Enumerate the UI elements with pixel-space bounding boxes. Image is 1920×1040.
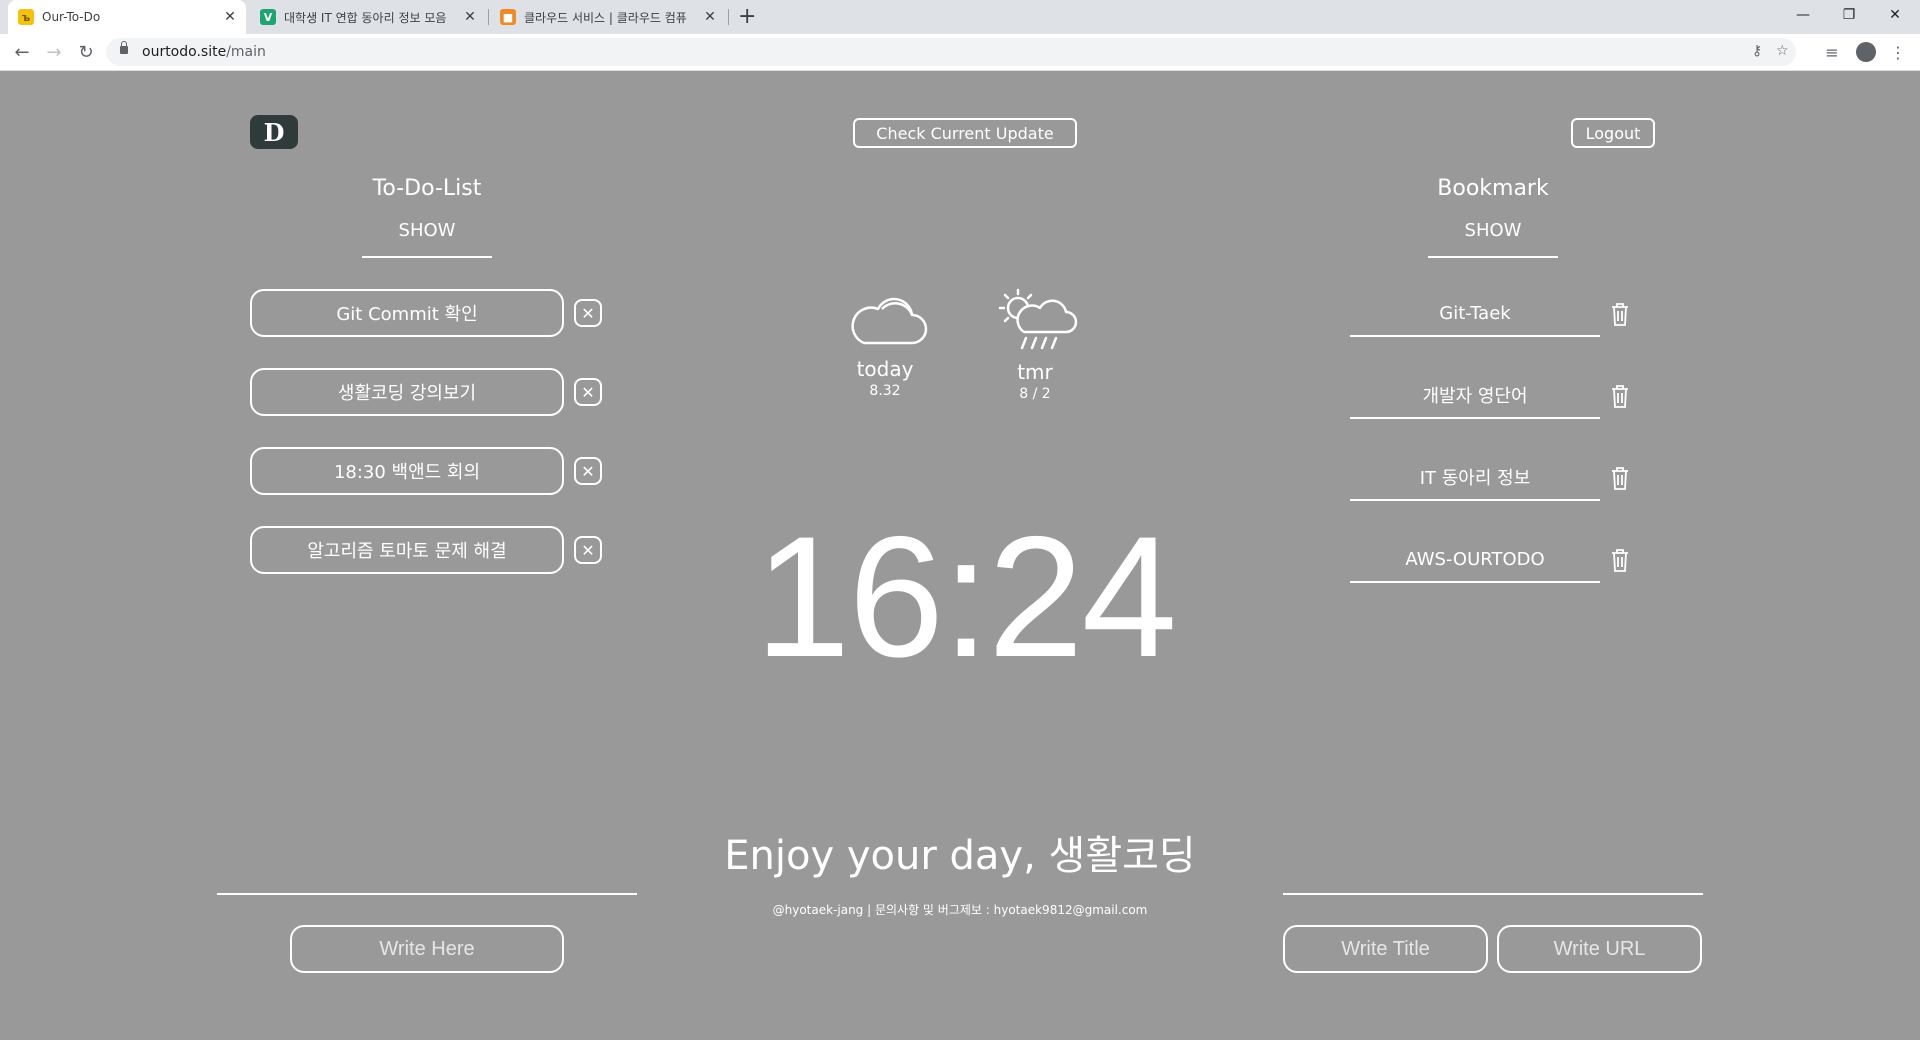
weather-today-label: today xyxy=(856,357,914,381)
sun-rain-icon xyxy=(998,288,1078,350)
bookmark-title-input[interactable] xyxy=(1283,925,1488,973)
logo[interactable]: D xyxy=(250,115,298,149)
trash-icon[interactable] xyxy=(1610,547,1630,573)
weather-today-temp: 8.32 xyxy=(869,383,901,399)
url-text[interactable]: ourtodo.site/main xyxy=(142,44,266,60)
tab-title: 클라우드 서비스 | 클라우드 컴퓨 xyxy=(524,10,687,25)
bookmark-item[interactable]: IT 동아리 정보 xyxy=(1350,455,1600,501)
todo-show-underline xyxy=(362,256,492,258)
trash-icon[interactable] xyxy=(1610,301,1630,327)
main-page: D Check Current Update Logout To-Do-List… xyxy=(0,71,1920,1040)
browser-tab-active[interactable]: ъ Our-To-Do ✕ xyxy=(8,0,246,34)
todo-item[interactable]: 18:30 백앤드 회의 xyxy=(250,447,564,495)
bookmark-item[interactable]: Git-Taek xyxy=(1350,291,1600,337)
todo-item[interactable]: Git Commit 확인 xyxy=(250,289,564,337)
window-close-icon[interactable]: ✕ xyxy=(1872,0,1918,30)
delete-todo-icon[interactable]: ✕ xyxy=(574,536,602,564)
todo-item[interactable]: 알고리즘 토마토 문제 해결 xyxy=(250,526,564,574)
aws-favicon-icon: ■ xyxy=(500,9,516,25)
browser-tab-bar: ъ Our-To-Do ✕ V 대학생 IT 연합 동아리 정보 모음 ✕ ■ … xyxy=(0,0,1920,34)
delete-todo-icon[interactable]: ✕ xyxy=(574,457,602,485)
restore-icon[interactable]: ❐ xyxy=(1826,0,1872,30)
cloud-icon xyxy=(851,297,928,345)
v-favicon-icon: V xyxy=(260,9,276,25)
check-update-button[interactable]: Check Current Update xyxy=(853,118,1077,148)
browser-tab[interactable]: V 대학생 IT 연합 동아리 정보 모음 ✕ xyxy=(250,0,486,34)
close-tab-icon[interactable]: ✕ xyxy=(702,9,718,25)
bookmark-input-divider xyxy=(1283,893,1703,895)
new-tab-icon[interactable]: + xyxy=(738,4,756,29)
lock-icon xyxy=(120,41,128,54)
tab-separator xyxy=(488,9,489,25)
footer-contact: @hyotaek-jang | 문의사항 및 버그제보 : hyotaek981… xyxy=(772,903,1148,917)
greeting: Enjoy your day, 생활코딩 xyxy=(724,833,1196,879)
logout-button[interactable]: Logout xyxy=(1571,118,1655,148)
delete-todo-icon[interactable]: ✕ xyxy=(574,378,602,406)
address-bar[interactable]: ourtodo.site/main ⚷ ☆ xyxy=(106,38,1796,66)
todo-show-button[interactable]: SHOW xyxy=(362,220,492,241)
tab-title: 대학생 IT 연합 동아리 정보 모음 xyxy=(284,10,447,25)
weather-today: today 8.32 xyxy=(835,291,935,399)
menu-kebab-icon[interactable]: ⋮ xyxy=(1888,42,1908,62)
close-tab-icon[interactable]: ✕ xyxy=(222,9,238,25)
forward-icon[interactable]: → xyxy=(42,40,66,64)
todo-item[interactable]: 생활코딩 강의보기 xyxy=(250,368,564,416)
browser-tab[interactable]: ■ 클라우드 서비스 | 클라우드 컴퓨 ✕ xyxy=(490,0,726,34)
trash-icon[interactable] xyxy=(1610,465,1630,491)
bookmark-url-input[interactable] xyxy=(1497,925,1702,973)
minimize-icon[interactable]: — xyxy=(1780,0,1826,30)
trash-icon[interactable] xyxy=(1610,383,1630,409)
reload-icon[interactable]: ↻ xyxy=(74,40,98,64)
browser-toolbar: ← → ↻ ourtodo.site/main ⚷ ☆ ≡ ⋮ xyxy=(0,34,1920,71)
close-tab-icon[interactable]: ✕ xyxy=(462,9,478,25)
bookmark-title: Bookmark xyxy=(1437,176,1549,201)
key-icon[interactable]: ⚷ xyxy=(1752,43,1762,59)
bookmark-star-icon[interactable]: ☆ xyxy=(1776,43,1789,59)
media-queue-icon[interactable]: ≡ xyxy=(1822,42,1842,62)
back-icon[interactable]: ← xyxy=(10,40,34,64)
bookmark-show-underline xyxy=(1428,256,1558,258)
ourtodo-favicon-icon: ъ xyxy=(18,9,34,25)
bookmark-item[interactable]: AWS-OURTODO xyxy=(1350,537,1600,583)
weather-tomorrow-label: tmr xyxy=(1017,360,1053,384)
profile-avatar-icon[interactable] xyxy=(1856,42,1876,62)
weather-tomorrow: tmr 8 / 2 xyxy=(985,286,1085,402)
weather-tomorrow-temp: 8 / 2 xyxy=(1019,386,1051,402)
todo-title: To-Do-List xyxy=(372,176,482,201)
todo-input-divider xyxy=(217,893,637,895)
delete-todo-icon[interactable]: ✕ xyxy=(574,299,602,327)
tab-title: Our-To-Do xyxy=(42,10,101,24)
tab-separator xyxy=(728,9,729,25)
todo-input[interactable] xyxy=(290,925,564,973)
bookmark-item[interactable]: 개발자 영단어 xyxy=(1350,373,1600,419)
bookmark-show-button[interactable]: SHOW xyxy=(1428,220,1558,241)
clock-time: 16:24 xyxy=(754,501,1177,693)
